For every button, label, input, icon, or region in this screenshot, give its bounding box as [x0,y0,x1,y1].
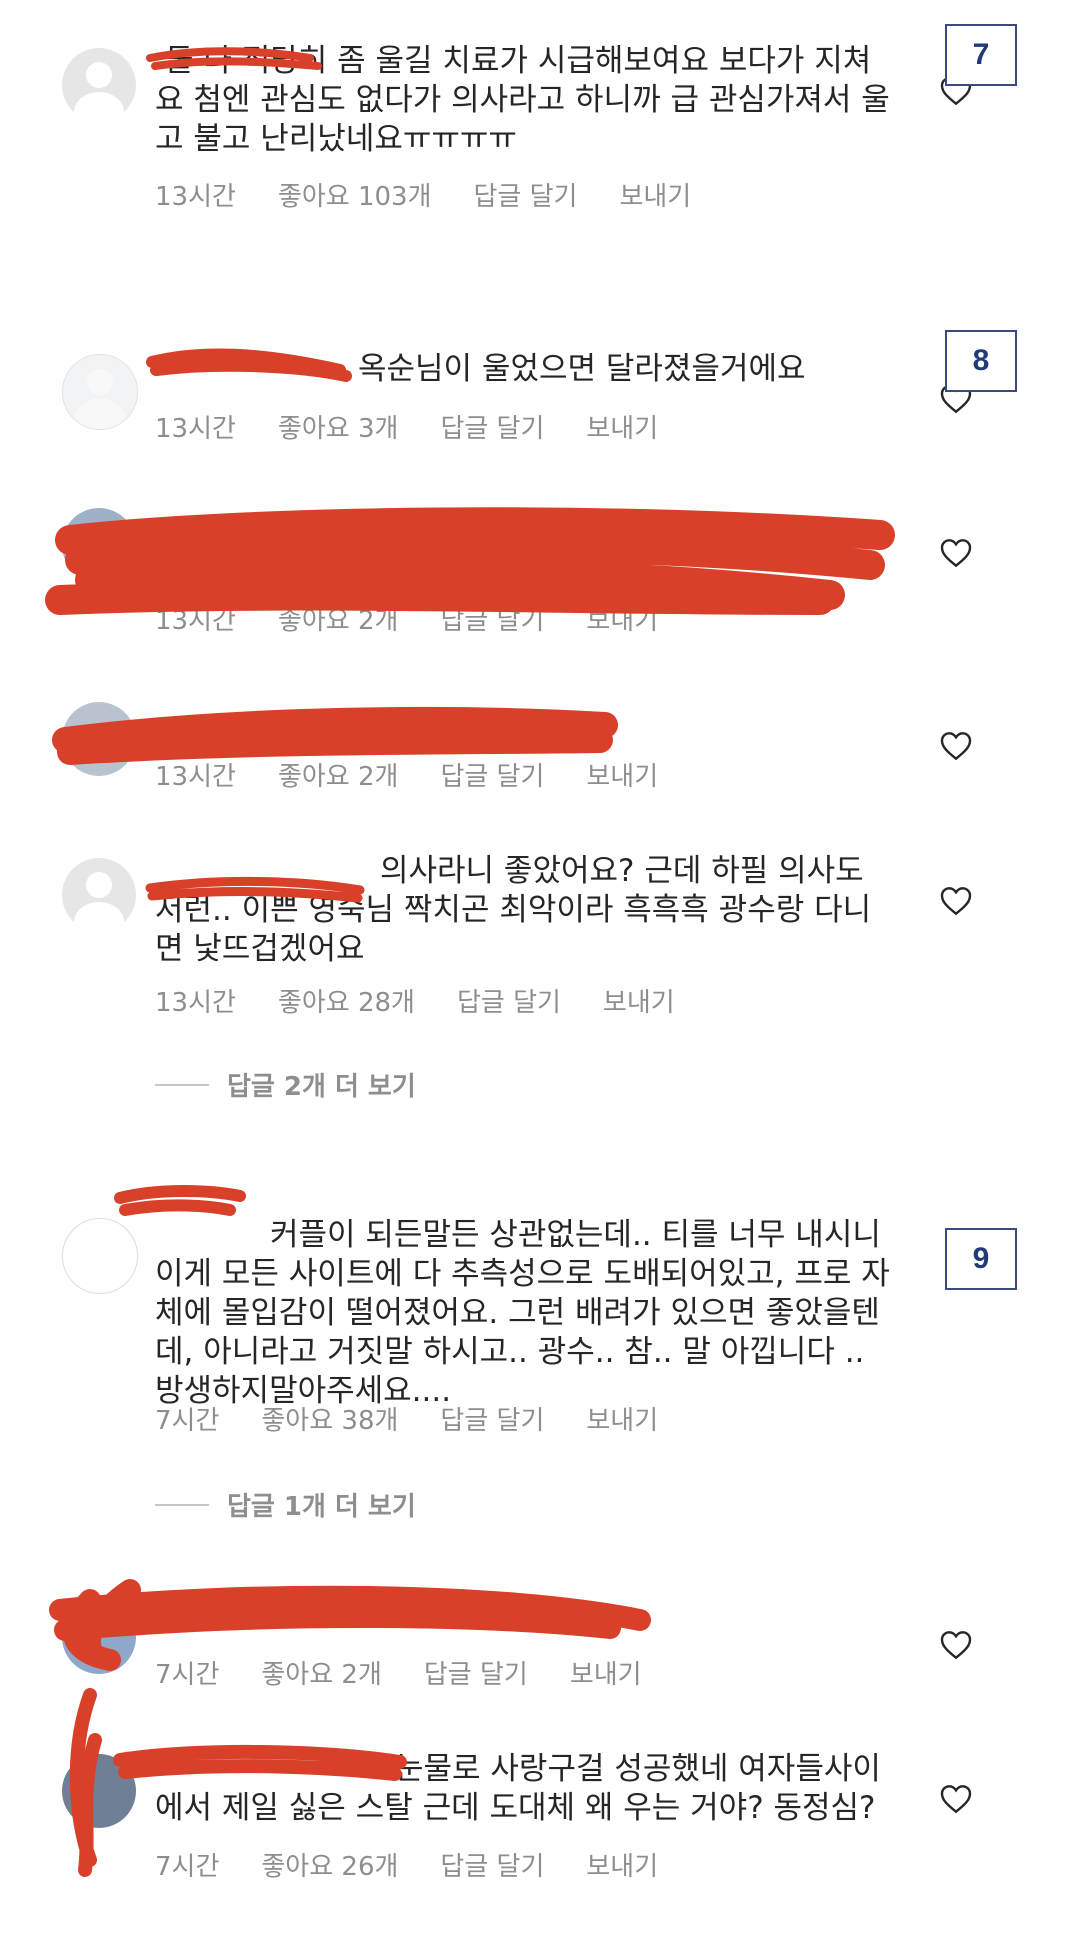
avatar[interactable] [62,1754,136,1828]
redaction-scribbles [45,47,895,1877]
comment-meta: 13시간 좋아요 2개 답글 달기 보내기 [155,600,658,637]
reply-button[interactable]: 답글 달기 [457,982,561,1019]
reply-button[interactable]: 답글 달기 [440,756,544,793]
avatar[interactable] [62,1600,136,1674]
comment-time: 7시간 [155,1406,220,1436]
comment-time: 7시간 [155,1660,220,1690]
view-more-replies[interactable]: 답글 1개 더 보기 [155,1486,416,1523]
avatar[interactable] [62,1218,138,1294]
comment-text: 옥순님이 울었으면 달라졌을거에요 [358,351,806,387]
comment-time: 13시간 [155,988,236,1018]
comment-time: 13시간 [155,182,236,212]
reply-button[interactable]: 답글 달기 [440,1400,544,1437]
send-button[interactable]: 보내기 [570,1654,642,1691]
comment-meta: 13시간 좋아요 28개 답글 달기 보내기 [155,982,675,1019]
avatar[interactable] [62,354,138,430]
heart-icon[interactable] [940,1630,972,1660]
comment-meta: 13시간 좋아요 3개 답글 달기 보내기 [155,408,658,445]
like-count[interactable]: 좋아요 2개 [278,756,399,793]
avatar[interactable] [62,508,136,582]
reply-button[interactable]: 답글 달기 [424,1654,528,1691]
comment-text: 둘 다 적당히 좀 울길 치료가 시급해보여요 보다가 지쳐요 첨엔 관심도 없… [155,43,890,157]
reply-button[interactable]: 답글 달기 [440,408,544,445]
divider-line [155,1083,209,1086]
avatar[interactable] [62,702,136,776]
send-button[interactable]: 보내기 [603,982,675,1019]
comment-text: 커플이 되든말든 상관없는데.. 티를 너무 내시니 이게 모든 사이트에 다 … [155,1217,890,1409]
like-count[interactable]: 좋아요 2개 [278,600,399,637]
annotation-tag-7: 7 [945,24,1017,86]
heart-icon[interactable] [940,538,972,568]
like-count[interactable]: 좋아요 103개 [278,176,432,213]
comment-meta: 7시간 좋아요 38개 답글 달기 보내기 [155,1400,658,1437]
comment-time: 13시간 [155,606,236,636]
like-count[interactable]: 좋아요 28개 [278,982,415,1019]
send-button[interactable]: 보내기 [586,1400,658,1437]
like-count[interactable]: 좋아요 3개 [278,408,399,445]
comment-time: 13시간 [155,762,236,792]
comment-meta: 7시간 좋아요 26개 답글 달기 보내기 [155,1846,658,1883]
avatar[interactable] [62,858,136,932]
send-button[interactable]: 보내기 [586,1846,658,1883]
send-button[interactable]: 보내기 [586,600,658,637]
comment-text: 의사라니 좋았어요? 근데 하필 의사도 저런.. 이쁜 영숙님 짝치곤 최악이… [155,853,872,967]
send-button[interactable]: 보내기 [586,408,658,445]
comment-meta: 7시간 좋아요 2개 답글 달기 보내기 [155,1654,642,1691]
avatar[interactable] [62,48,136,122]
divider-line [155,1503,209,1506]
annotation-tag-9: 9 [945,1228,1017,1290]
like-count[interactable]: 좋아요 26개 [261,1846,398,1883]
reply-button[interactable]: 답글 달기 [474,176,578,213]
heart-icon[interactable] [940,886,972,916]
reply-button[interactable]: 답글 달기 [440,1846,544,1883]
view-more-replies[interactable]: 답글 2개 더 보기 [155,1066,416,1103]
reply-button[interactable]: 답글 달기 [440,600,544,637]
annotation-tag-8: 8 [945,330,1017,392]
heart-icon[interactable] [940,1784,972,1814]
comment-meta: 13시간 좋아요 2개 답글 달기 보내기 [155,756,658,793]
comment-time: 7시간 [155,1852,220,1882]
like-count[interactable]: 좋아요 38개 [261,1400,398,1437]
send-button[interactable]: 보내기 [586,756,658,793]
send-button[interactable]: 보내기 [619,176,691,213]
like-count[interactable]: 좋아요 2개 [261,1654,382,1691]
heart-icon[interactable] [940,731,972,761]
comment-text: 눈물로 사랑구걸 성공했네 여자들사이에서 제일 싫은 스탈 근데 도대체 왜 … [155,1751,881,1826]
comment-meta: 13시간 좋아요 103개 답글 달기 보내기 [155,176,691,213]
comment-time: 13시간 [155,414,236,444]
